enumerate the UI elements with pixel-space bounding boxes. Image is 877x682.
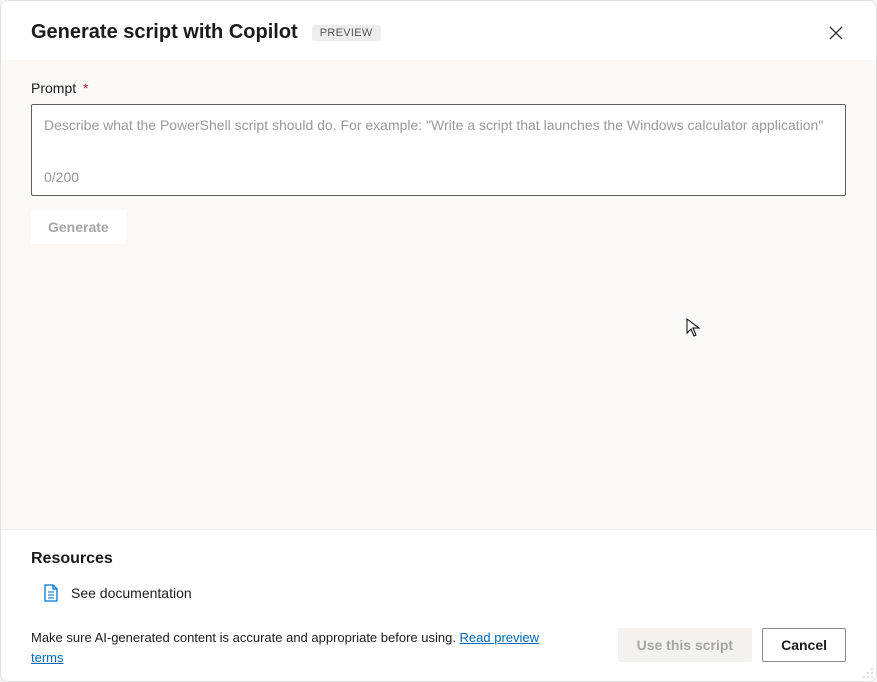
footer-row: Make sure AI-generated content is accura… [31, 628, 846, 667]
disclaimer-static: Make sure AI-generated content is accura… [31, 630, 460, 645]
use-script-button[interactable]: Use this script [618, 628, 752, 662]
documentation-link-label: See documentation [71, 585, 192, 601]
character-counter: 0/200 [44, 169, 833, 185]
close-button[interactable] [826, 23, 846, 43]
prompt-textarea[interactable] [44, 115, 833, 157]
resources-heading: Resources [31, 550, 846, 568]
resize-grip-icon[interactable] [862, 667, 874, 679]
documentation-link[interactable]: See documentation [43, 584, 846, 602]
preview-badge: PREVIEW [312, 25, 381, 41]
prompt-label: Prompt * [31, 80, 846, 96]
document-icon [43, 584, 59, 602]
main-content: Prompt * 0/200 Generate [1, 60, 876, 529]
prompt-textarea-container[interactable]: 0/200 [31, 104, 846, 196]
prompt-label-text: Prompt [31, 80, 76, 96]
generate-button[interactable]: Generate [31, 210, 126, 244]
close-icon [828, 25, 844, 41]
bottom-section: Resources See documentation Make sure AI… [1, 529, 876, 681]
cancel-button[interactable]: Cancel [762, 628, 846, 662]
footer-buttons: Use this script Cancel [618, 628, 846, 662]
disclaimer-text: Make sure AI-generated content is accura… [31, 628, 571, 667]
dialog-title: Generate script with Copilot [31, 21, 298, 44]
dialog-header: Generate script with Copilot PREVIEW [1, 1, 876, 60]
copilot-script-dialog: Generate script with Copilot PREVIEW Pro… [0, 0, 877, 682]
required-indicator: * [83, 80, 88, 96]
